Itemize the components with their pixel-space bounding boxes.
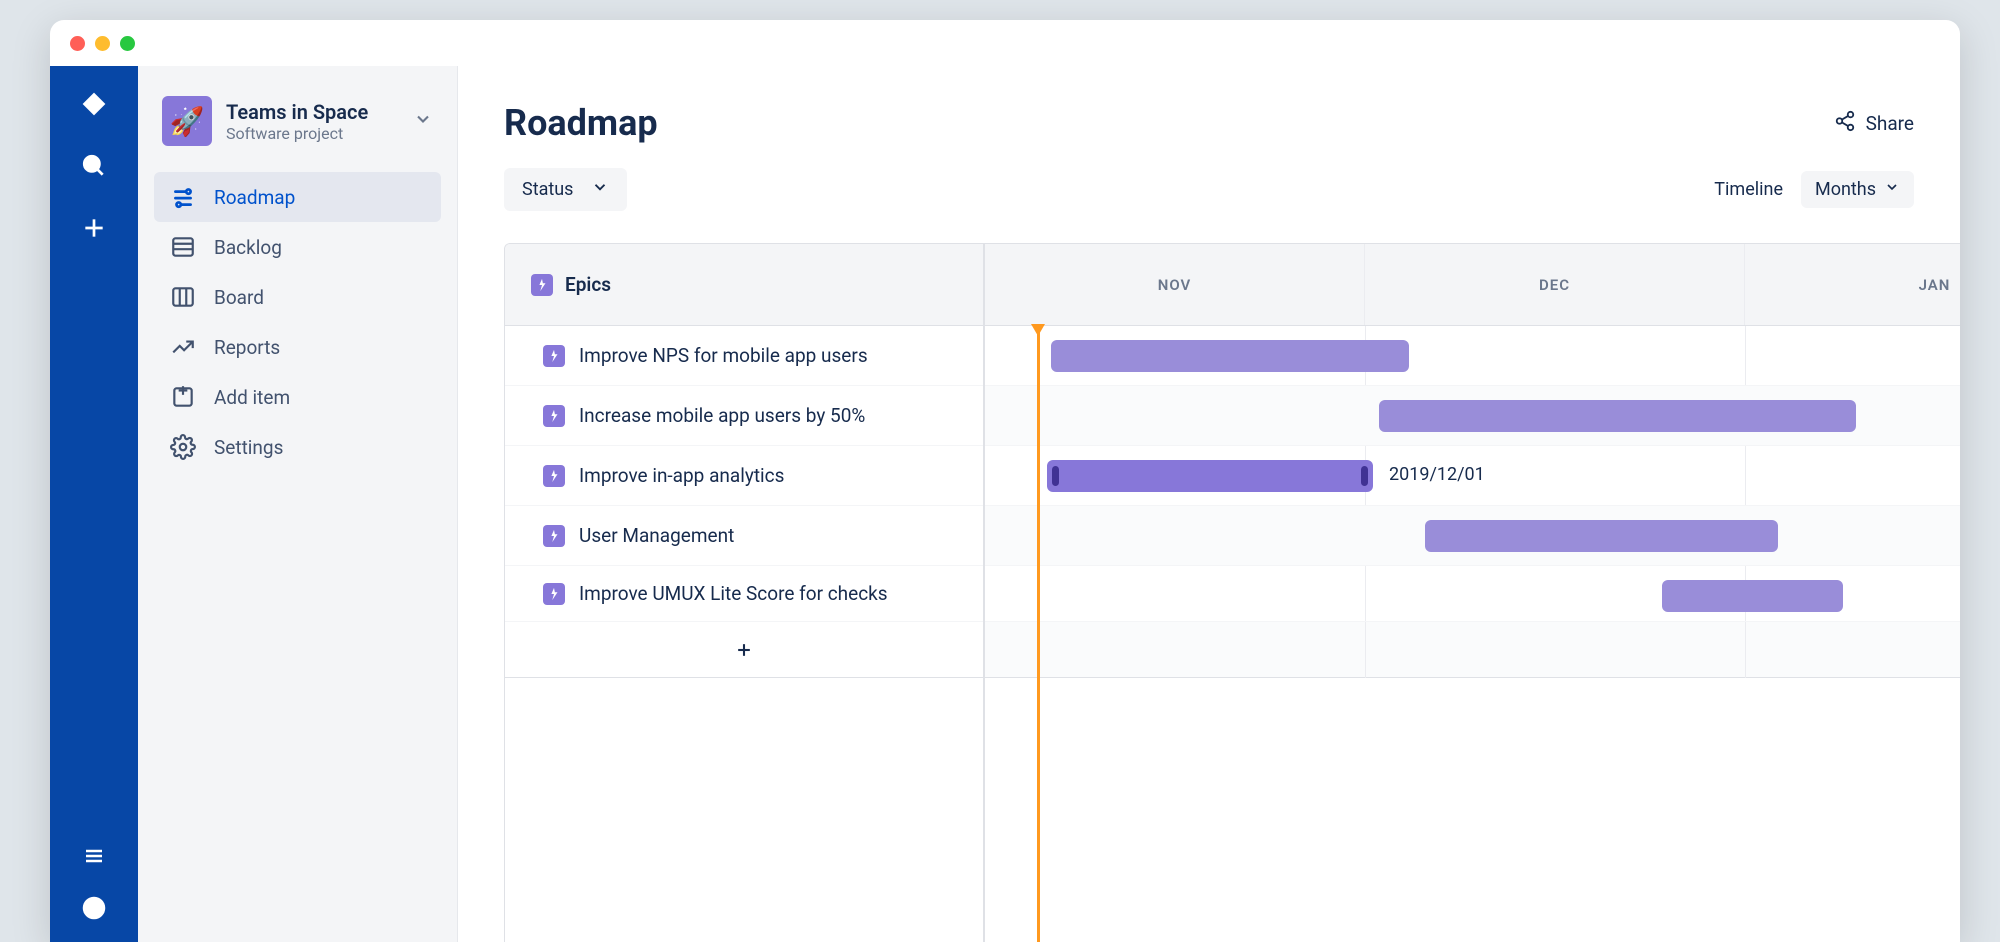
settings-icon	[170, 434, 196, 460]
epics-header-label: Epics	[565, 273, 611, 296]
sidebar-item-label: Add item	[214, 386, 290, 409]
roadmap-grid: Epics Improve NPS for mobile app users In…	[504, 243, 1960, 942]
jira-logo-icon[interactable]	[80, 90, 108, 118]
month-column: JAN	[1745, 244, 1960, 325]
timeline-area[interactable]: NOV DEC JAN 2019/12/01	[985, 244, 1960, 942]
share-icon	[1834, 110, 1856, 137]
board-icon	[170, 284, 196, 310]
epic-label: Increase mobile app users by 50%	[579, 404, 865, 428]
app-window: 🚀 Teams in Space Software project Roadma…	[50, 20, 1960, 942]
timeline-row	[985, 566, 1960, 622]
epic-row[interactable]: Increase mobile app users by 50%	[505, 386, 983, 446]
search-icon[interactable]	[80, 152, 108, 180]
timeline-scale-dropdown[interactable]: Months	[1801, 171, 1914, 208]
months-label: Months	[1815, 179, 1876, 200]
sidebar-item-board[interactable]: Board	[154, 272, 441, 322]
project-subtitle: Software project	[226, 124, 368, 143]
create-icon[interactable]	[80, 214, 108, 242]
sidebar-item-label: Backlog	[214, 236, 282, 259]
epic-bar[interactable]	[1047, 460, 1373, 492]
epic-bar[interactable]	[1051, 340, 1409, 372]
bar-date-label: 2019/12/01	[1389, 464, 1485, 485]
additem-icon	[170, 384, 196, 410]
reports-icon	[170, 334, 196, 360]
timeline-row: 2019/12/01	[985, 446, 1960, 506]
timeline-label: Timeline	[1714, 179, 1783, 200]
add-epic-button[interactable]	[505, 622, 983, 678]
epics-column: Epics Improve NPS for mobile app users In…	[505, 244, 985, 942]
sidebar-item-label: Reports	[214, 336, 280, 359]
page-title: Roadmap	[504, 102, 658, 144]
backlog-icon	[170, 234, 196, 260]
bar-resize-handle-right[interactable]	[1361, 466, 1368, 486]
window-titlebar	[50, 20, 1960, 66]
today-indicator	[1037, 326, 1040, 942]
help-icon[interactable]	[80, 894, 108, 922]
project-name: Teams in Space	[226, 100, 368, 124]
window-maximize-button[interactable]	[120, 36, 135, 51]
chevron-down-icon[interactable]	[413, 109, 433, 133]
sidebar-item-roadmap[interactable]: Roadmap	[154, 172, 441, 222]
epics-column-header: Epics	[505, 244, 983, 326]
project-avatar: 🚀	[162, 96, 212, 146]
epic-icon	[543, 583, 565, 605]
share-label: Share	[1866, 112, 1914, 135]
bar-resize-handle-left[interactable]	[1052, 466, 1059, 486]
timeline-add-row	[985, 622, 1960, 678]
sidebar-item-settings[interactable]: Settings	[154, 422, 441, 472]
timeline-header: NOV DEC JAN	[985, 244, 1960, 326]
today-marker-icon	[1031, 324, 1045, 336]
roadmap-icon	[170, 184, 196, 210]
epic-row[interactable]: Improve NPS for mobile app users	[505, 326, 983, 386]
sidebar-item-additem[interactable]: Add item	[154, 372, 441, 422]
epic-row[interactable]: Improve in-app analytics	[505, 446, 983, 506]
sidebar-item-label: Settings	[214, 436, 283, 459]
epic-icon	[543, 345, 565, 367]
window-close-button[interactable]	[70, 36, 85, 51]
timeline-body: 2019/12/01	[985, 326, 1960, 678]
epic-label: Improve NPS for mobile app users	[579, 344, 868, 368]
timeline-row	[985, 326, 1960, 386]
epic-label: Improve UMUX Lite Score for checks	[579, 582, 888, 606]
epic-row[interactable]: Improve UMUX Lite Score for checks	[505, 566, 983, 622]
global-nav-rail	[50, 66, 138, 942]
epic-label: Improve in-app analytics	[579, 464, 784, 488]
chevron-down-icon	[591, 178, 609, 201]
project-header[interactable]: 🚀 Teams in Space Software project	[154, 96, 441, 172]
epic-bar[interactable]	[1379, 400, 1856, 432]
epic-icon	[543, 465, 565, 487]
epic-icon	[543, 525, 565, 547]
chevron-down-icon	[1884, 179, 1900, 200]
month-column: DEC	[1365, 244, 1745, 325]
sidebar-item-label: Roadmap	[214, 186, 295, 209]
timeline-row	[985, 506, 1960, 566]
status-label: Status	[522, 179, 573, 200]
epic-icon	[543, 405, 565, 427]
epic-label: User Management	[579, 524, 734, 548]
epic-bar[interactable]	[1662, 580, 1843, 612]
sidebar-item-reports[interactable]: Reports	[154, 322, 441, 372]
window-minimize-button[interactable]	[95, 36, 110, 51]
timeline-row	[985, 386, 1960, 446]
sidebar-item-backlog[interactable]: Backlog	[154, 222, 441, 272]
project-sidebar: 🚀 Teams in Space Software project Roadma…	[138, 66, 458, 942]
menu-icon[interactable]	[80, 842, 108, 870]
share-button[interactable]: Share	[1834, 110, 1914, 137]
sidebar-item-label: Board	[214, 286, 264, 309]
status-dropdown[interactable]: Status	[504, 168, 627, 211]
page-header: Roadmap Share Status	[458, 66, 1960, 229]
main-content: Roadmap Share Status	[458, 66, 1960, 942]
epic-icon	[531, 274, 553, 296]
epic-row[interactable]: User Management	[505, 506, 983, 566]
epic-bar[interactable]	[1425, 520, 1778, 552]
month-column: NOV	[985, 244, 1365, 325]
app-body: 🚀 Teams in Space Software project Roadma…	[50, 66, 1960, 942]
